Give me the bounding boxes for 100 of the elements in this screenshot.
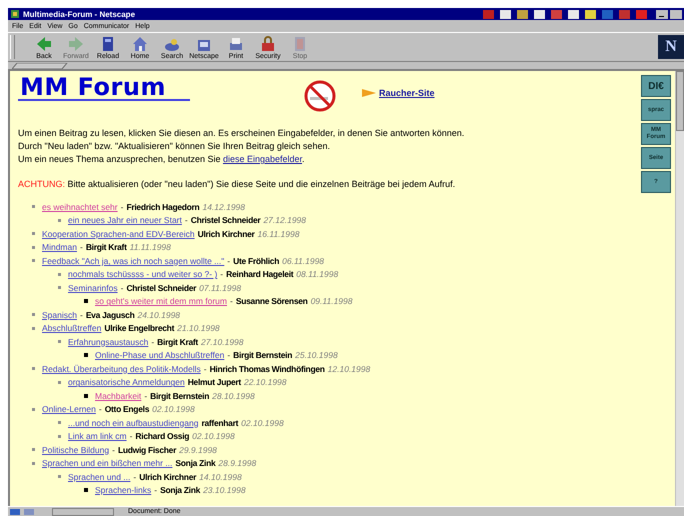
- bullet-icon: [58, 421, 61, 424]
- author-name: Birgit Bernstein: [233, 350, 292, 360]
- thread-link[interactable]: Machbarkeit: [95, 390, 142, 401]
- post-date: 29.9.1998: [179, 444, 217, 455]
- thread-link[interactable]: Kooperation Sprachen-and EDV-Bereich: [42, 228, 195, 239]
- bullet-icon: [58, 475, 61, 478]
- bullet-icon: [58, 434, 61, 438]
- home-icon: [131, 34, 149, 52]
- netscape-logo[interactable]: N: [658, 35, 684, 59]
- bullet-icon: [84, 299, 88, 304]
- thread-link[interactable]: Sprachen und ein bißchen mehr ...: [42, 458, 172, 468]
- post-date: 14.12.1998: [202, 202, 246, 212]
- thread-link[interactable]: organisatorische Anmeldungen: [68, 377, 185, 388]
- author-name: Otto Engels: [104, 404, 150, 414]
- bullet-icon: [58, 380, 61, 384]
- separator: -: [227, 350, 230, 360]
- bullet-icon: [58, 340, 61, 344]
- thread-link[interactable]: Online-Lernen: [42, 404, 96, 414]
- post-date: 02.10.1998: [152, 404, 195, 414]
- author-name: Friedrich Hagedorn: [126, 202, 200, 212]
- bullet-icon: [32, 462, 35, 465]
- author-name: Ute Fröhlich: [233, 256, 280, 266]
- thread-link[interactable]: Redakt. Überarbeitung des Politik-Modells: [42, 364, 201, 374]
- separator: -: [133, 472, 136, 482]
- separator: -: [227, 256, 230, 266]
- post-date: 16.11.1998: [258, 228, 300, 239]
- author-name: Susanne Sörensen: [236, 296, 308, 306]
- thread-link[interactable]: es weihnachtet sehr: [42, 202, 118, 212]
- bullet-icon: [58, 272, 61, 276]
- author-name: Christel Schneider: [126, 282, 196, 293]
- bullet-icon: [32, 232, 35, 236]
- post-date: 23.10.1998: [203, 485, 246, 496]
- separator: -: [154, 485, 158, 496]
- post-date: 08.11.1998: [296, 269, 338, 280]
- window-title: Multimedia-Forum - Netscape: [23, 10, 136, 18]
- bullet-icon: [32, 313, 35, 316]
- bullet-icon: [32, 367, 35, 370]
- author-name: Birgit Kraft: [157, 336, 198, 347]
- post-date: 25.10.1998: [295, 350, 338, 360]
- link[interactable]: diese Eingabefelder: [222, 154, 302, 164]
- bullet-icon: [84, 394, 88, 398]
- bullet-icon: [32, 326, 35, 330]
- separator: -: [151, 336, 154, 347]
- separator: -: [204, 364, 207, 374]
- post-date: 14.10.1998: [199, 472, 242, 482]
- bullet-icon: [32, 205, 35, 208]
- nav-button[interactable]: DI€: [641, 75, 671, 97]
- thread-link[interactable]: Feedback "Ach ja, was ich noch sagen wollte ...": [42, 256, 224, 266]
- bullet-icon: [32, 408, 35, 411]
- author-name: Richard Ossig: [135, 431, 190, 442]
- thread-link[interactable]: ein neues Jahr ein neuer Start: [68, 215, 182, 226]
- security-icon: [259, 34, 277, 52]
- separator: -: [144, 390, 148, 401]
- thread-link[interactable]: Sprachen-links: [95, 485, 152, 496]
- author-name: Ulrike Engelbrecht: [104, 323, 174, 334]
- thread-link[interactable]: Politische Bildung: [42, 444, 110, 455]
- thread-link[interactable]: nochmals tschüssss - und weiter so ?- ): [68, 269, 218, 280]
- author-name: Ulrich Kirchner: [139, 472, 196, 482]
- separator: -: [80, 242, 83, 252]
- author-name: Birgit Bernstein: [150, 390, 210, 401]
- link[interactable]: Raucher-Site: [379, 88, 435, 98]
- separator: -: [80, 310, 83, 320]
- toolbar-grip[interactable]: [10, 35, 15, 59]
- post-date: 21.10.1998: [177, 323, 220, 334]
- bullet-icon: [32, 246, 35, 249]
- post-date: 27.12.1998: [263, 215, 306, 226]
- post-date: 28.10.1998: [212, 390, 255, 401]
- thread-link[interactable]: Sprachen und ...: [68, 472, 130, 482]
- thread-link[interactable]: so geht's weiter mit dem mm forum: [95, 296, 227, 306]
- post-date: 07.11.1998: [199, 282, 242, 293]
- thread-link[interactable]: Abschlußtreffen: [42, 323, 102, 334]
- thread-link[interactable]: Seminarinfos: [68, 282, 118, 293]
- text: Durch "Neu laden" bzw. "Aktualisieren" können Sie Ihren Beitrag gleich sehen.: [18, 140, 331, 153]
- thread-link[interactable]: ...und noch ein aufbaustudiengang: [68, 418, 198, 428]
- bullet-icon: [58, 218, 61, 222]
- thread-link[interactable]: Link am link cm: [68, 431, 127, 442]
- no-smoking-icon: [302, 80, 338, 112]
- separator: -: [184, 215, 188, 226]
- text: Um ein neues Thema anzusprechen, benutzen Sie: [18, 154, 222, 164]
- separator: -: [130, 431, 132, 442]
- scrollbar[interactable]: [675, 71, 684, 506]
- bullet-icon: [58, 286, 61, 290]
- warning-label: ACHTUNG:: [18, 179, 66, 189]
- bullet-icon: [84, 488, 88, 492]
- author-name: Birgit Kraft: [86, 242, 127, 252]
- thread-link[interactable]: Online-Phase und Abschlußtreffen: [95, 350, 224, 360]
- text: Um einen Beitrag zu lesen, klicken Sie diesen an. Es erscheinen Eingabefelder, in denen Sie antworten können.: [18, 127, 466, 140]
- thread-link[interactable]: Mindman: [42, 242, 77, 252]
- thread-link[interactable]: Erfahrungsaustausch: [68, 336, 148, 347]
- text: Bitte aktualisieren (oder "neu laden") Sie diese Seite und die einzelnen Beiträge bei jedem Aufruf.: [68, 179, 456, 189]
- forward-icon: [67, 34, 85, 52]
- author-name: Sonja Zink: [175, 458, 216, 468]
- back-icon: [35, 34, 53, 52]
- author-name: Ludwig Fischer: [118, 444, 176, 455]
- scroll-thumb[interactable]: [676, 71, 684, 131]
- author-name: Reinhard Hageleit: [226, 269, 294, 280]
- thread-link[interactable]: Spanisch: [42, 310, 77, 320]
- post-date: 02.10.1998: [192, 431, 235, 442]
- author-name: raffenhart: [201, 418, 238, 428]
- bullet-icon: [32, 259, 35, 262]
